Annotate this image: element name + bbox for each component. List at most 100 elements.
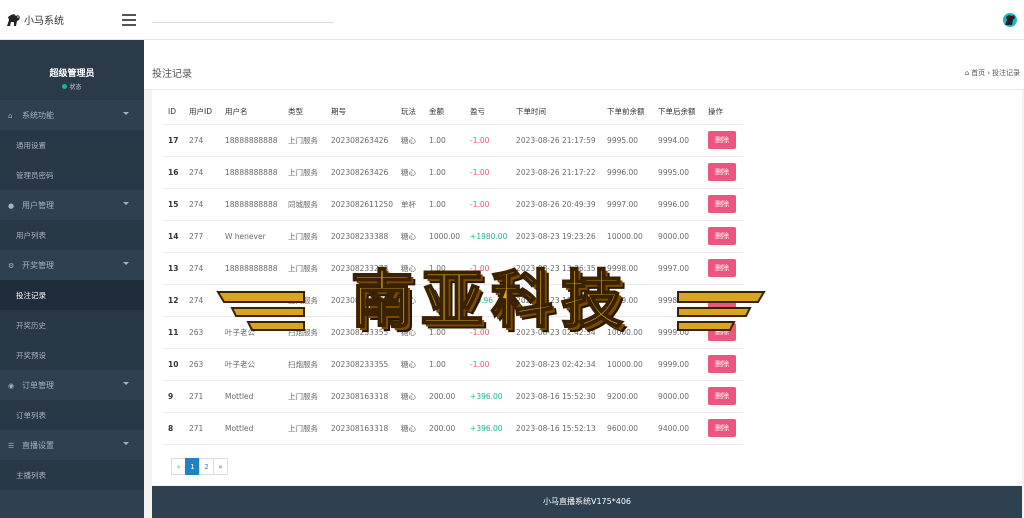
col-type: 类型 — [284, 100, 327, 125]
delete-button[interactable]: 删除 — [708, 355, 737, 373]
cell-action: 删除 — [704, 124, 745, 157]
delete-button[interactable]: 删除 — [708, 259, 737, 277]
bet-records-table: ID 用户ID 用户名 类型 期号 玩法 金额 盈亏 下单时间 下单前余额 下单… — [164, 100, 745, 445]
cell-order-time: 2023-08-26 20:49:39 — [512, 188, 604, 221]
cell-balance-before: 9200.00 — [603, 380, 655, 413]
sidebar-item-bet-records[interactable]: 投注记录 — [0, 280, 144, 310]
sidebar-item-anchor-list[interactable]: 主播列表 — [0, 460, 144, 490]
cell-user-id: 274 — [185, 124, 221, 157]
cell-balance-after: 9998.00 — [654, 284, 705, 317]
cell-order-time: 2023-08-23 13:33: — [512, 284, 604, 317]
profile-name[interactable]: 超级管理员 — [0, 66, 144, 79]
sidebar-group-system[interactable]: ⌂ 系统功能 — [0, 100, 144, 130]
cell-period: 202308233273 — [327, 284, 398, 317]
cell-username: 18888888888 — [221, 156, 284, 189]
cell-amount: 1.00 — [425, 188, 467, 221]
cell-balance-after: 9999.00 — [654, 316, 705, 349]
delete-button[interactable]: 删除 — [708, 323, 737, 341]
cell-type: 上门服务 — [284, 284, 327, 317]
cell-balance-after: 9996.00 — [654, 188, 705, 221]
delete-button[interactable]: 删除 — [708, 227, 737, 245]
cell-profit: -1.00 — [466, 188, 513, 221]
table-row: 12 274 18888888888 上门服务 202308233273 糖心 1.00 +0… — [164, 284, 745, 317]
delete-button[interactable]: 删除 — [708, 419, 737, 437]
cell-action: 删除 — [704, 284, 745, 317]
cell-user-id: 274 — [185, 252, 221, 285]
cell-order-time: 2023-08-26 21:17:59 — [512, 124, 604, 157]
gear-icon: ⚙ — [8, 261, 15, 270]
cell-amount: 200.00 — [425, 412, 467, 445]
cell-order-time: 2023-08-26 21:17:22 — [512, 156, 604, 189]
page-next-button[interactable]: » — [213, 458, 228, 475]
cell-order-time: 2023-08-16 15:52:30 — [512, 380, 604, 413]
delete-button[interactable]: 删除 — [708, 131, 737, 149]
user-icon: ● — [8, 201, 15, 210]
sidebar-item-general-settings[interactable]: 通用设置 — [0, 130, 144, 160]
cell-id: 17 — [164, 124, 185, 157]
breadcrumb-home[interactable]: 首页 — [971, 68, 985, 78]
page-1-button[interactable]: 1 — [185, 458, 200, 475]
cell-play: 糖心 — [397, 252, 426, 285]
user-avatar-icon[interactable] — [1002, 12, 1018, 28]
cell-play: 糖心 — [397, 220, 426, 253]
cell-username: 叶子老公 — [221, 348, 284, 381]
status-dot-icon — [62, 84, 68, 89]
cell-play: 糖心 — [397, 348, 426, 381]
chevron-down-icon — [123, 442, 129, 445]
home-icon: ⌂ — [964, 69, 970, 77]
cell-type: 扫炮服务 — [284, 348, 327, 381]
horse-logo-icon — [7, 13, 20, 26]
sidebar-group-lottery[interactable]: ⚙ 开奖管理 — [0, 250, 144, 280]
cell-type: 上门服务 — [284, 124, 327, 157]
menu-toggle-icon[interactable] — [122, 14, 136, 26]
sidebar-item-draw-history[interactable]: 开奖历史 — [0, 310, 144, 340]
delete-button[interactable]: 删除 — [708, 291, 737, 309]
delete-button[interactable]: 删除 — [708, 163, 737, 181]
delete-button[interactable]: 删除 — [708, 387, 737, 405]
sidebar-group-live[interactable]: ☰ 直播设置 — [0, 430, 144, 460]
cell-type: 上门服务 — [284, 412, 327, 445]
sidebar-group-orders[interactable]: ◉ 订单管理 — [0, 370, 144, 400]
col-id: ID — [164, 100, 185, 125]
cell-amount: 1.00 — [425, 316, 467, 349]
app-logo[interactable]: 小马系统 — [6, 12, 64, 27]
cell-period: 202308263426 — [327, 156, 398, 189]
table-row: 11 263 叶子老公 扫炮服务 202308233355 糖心 1.00 -1.00 2023… — [164, 316, 745, 349]
sidebar-item-order-list[interactable]: 订单列表 — [0, 400, 144, 430]
cell-profit: -1.00 — [466, 252, 513, 285]
table-row: 13 274 18888888888 上门服务 202308233273 糖心 1.00 -1… — [164, 252, 745, 285]
cell-balance-after: 9997.00 — [654, 252, 705, 285]
cell-balance-after: 9999.00 — [654, 348, 705, 381]
sidebar-item-user-list[interactable]: 用户列表 — [0, 220, 144, 250]
page-2-button[interactable]: 2 — [199, 458, 214, 475]
cell-order-time: 2023-08-23 02:42:34 — [512, 316, 604, 349]
cell-id: 11 — [164, 316, 185, 349]
cell-username: 18888888888 — [221, 252, 284, 285]
profile-status: 状态 — [0, 82, 144, 91]
cell-period: 202308233355 — [327, 348, 398, 381]
col-period: 期号 — [327, 100, 398, 125]
delete-button[interactable]: 删除 — [708, 195, 737, 213]
sidebar-item-draw-preset[interactable]: 开奖预设 — [0, 340, 144, 370]
cell-order-time: 2023-08-23 02:42:34 — [512, 348, 604, 381]
page-title: 投注记录 — [152, 69, 192, 80]
cell-action: 删除 — [704, 252, 745, 285]
chevron-down-icon — [123, 202, 129, 205]
sidebar-item-admin-password[interactable]: 管理员密码 — [0, 160, 144, 190]
col-order-time: 下单时间 — [512, 100, 604, 125]
cell-profit: +0.96 — [466, 284, 513, 317]
cell-period: 202308233388 — [327, 220, 398, 253]
page-prev-button[interactable]: « — [171, 458, 186, 475]
cell-user-id: 271 — [185, 412, 221, 445]
table-header-row: ID 用户ID 用户名 类型 期号 玩法 金额 盈亏 下单时间 下单前余额 下单… — [164, 100, 745, 125]
cell-username: Mottled — [221, 412, 284, 445]
cell-profit: +396.00 — [466, 380, 513, 413]
cell-balance-before: 10000.00 — [603, 348, 655, 381]
table-row: 10 263 叶子老公 扫炮服务 202308233355 糖心 1.00 -1.00 2023… — [164, 348, 745, 381]
cell-balance-after: 9000.00 — [654, 380, 705, 413]
col-username: 用户名 — [221, 100, 284, 125]
sidebar-group-users[interactable]: ● 用户管理 — [0, 190, 144, 220]
top-divider — [152, 22, 334, 23]
cell-id: 9 — [164, 380, 185, 413]
cell-play: 糖心 — [397, 124, 426, 157]
